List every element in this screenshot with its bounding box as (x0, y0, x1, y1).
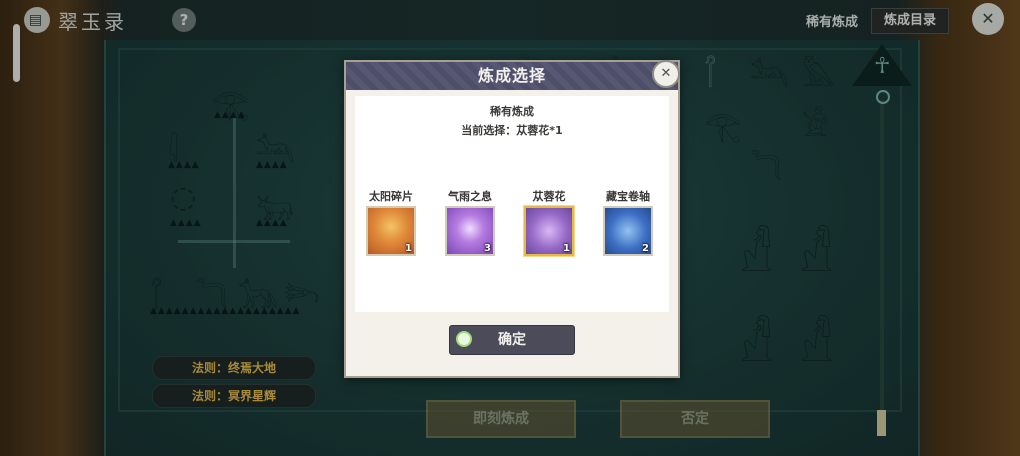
sun-shard-icon[interactable]: 1 (366, 206, 416, 256)
dialog-body: 稀有炼成 当前选择：苁蓉花*1 太阳碎片 1 气雨之息 3 苁蓉花 1 藏宝卷轴… (355, 96, 669, 312)
breath-orb-icon[interactable]: 3 (445, 206, 495, 256)
dialog-title: 炼成选择 (346, 62, 678, 90)
item-count: 2 (642, 243, 649, 254)
current-selection: 当前选择：苁蓉花*1 (461, 124, 563, 137)
item-count: 1 (405, 243, 412, 254)
item-name: 苁蓉花 (532, 190, 566, 203)
confirm-label: 确定 (498, 332, 526, 348)
dialog-subtitle: 稀有炼成 (490, 105, 534, 118)
treasure-scroll-icon[interactable]: 2 (603, 206, 653, 256)
item-name: 藏宝卷轴 (606, 190, 650, 203)
cistanche-flower-icon[interactable]: 1 (524, 206, 574, 256)
item-option[interactable]: 藏宝卷轴 2 (597, 188, 659, 256)
close-icon[interactable]: ✕ (652, 60, 680, 88)
item-option-selected[interactable]: 苁蓉花 1 (518, 188, 580, 256)
refine-selection-dialog: 炼成选择 ✕ 稀有炼成 当前选择：苁蓉花*1 太阳碎片 1 气雨之息 3 苁蓉花… (344, 60, 680, 378)
item-name: 太阳碎片 (369, 190, 413, 203)
item-option[interactable]: 太阳碎片 1 (360, 188, 422, 256)
item-count: 1 (563, 243, 570, 254)
item-option[interactable]: 气雨之息 3 (439, 188, 501, 256)
item-name: 气雨之息 (448, 190, 492, 203)
confirm-button[interactable]: 确定 (449, 325, 575, 355)
item-count: 3 (484, 243, 491, 254)
